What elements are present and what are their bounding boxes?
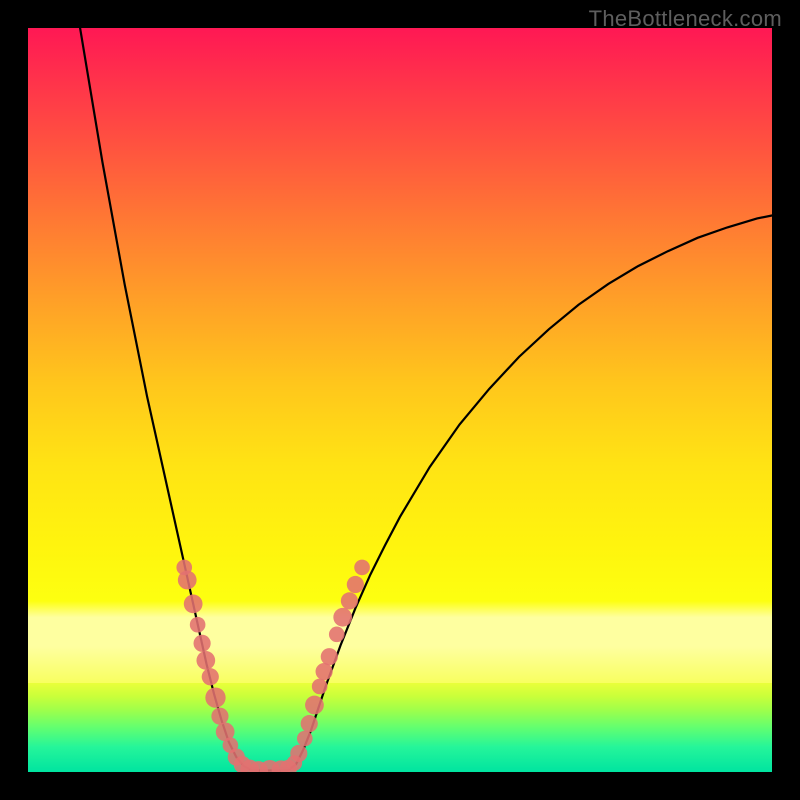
data-dot bbox=[211, 708, 228, 725]
data-dot bbox=[194, 635, 211, 652]
plot-area bbox=[28, 28, 772, 772]
data-dot bbox=[184, 594, 203, 613]
data-dot bbox=[178, 571, 197, 590]
data-dot bbox=[341, 592, 358, 609]
data-dot bbox=[290, 745, 307, 762]
data-dot bbox=[190, 617, 206, 633]
data-dot bbox=[329, 627, 345, 643]
data-dot bbox=[205, 687, 225, 707]
data-dots bbox=[176, 560, 369, 772]
data-dot bbox=[316, 663, 333, 680]
data-dot bbox=[301, 715, 318, 732]
data-dot bbox=[321, 648, 338, 665]
data-dot bbox=[297, 731, 313, 747]
data-dot bbox=[196, 651, 215, 670]
data-dot bbox=[354, 560, 370, 576]
data-dot bbox=[305, 696, 324, 715]
curve-svg bbox=[28, 28, 772, 772]
data-dot bbox=[347, 576, 364, 593]
bottleneck-curve bbox=[80, 28, 772, 771]
data-dot bbox=[312, 679, 328, 695]
data-dot bbox=[333, 608, 352, 627]
chart-frame: TheBottleneck.com bbox=[0, 0, 800, 800]
data-dot bbox=[202, 668, 219, 685]
